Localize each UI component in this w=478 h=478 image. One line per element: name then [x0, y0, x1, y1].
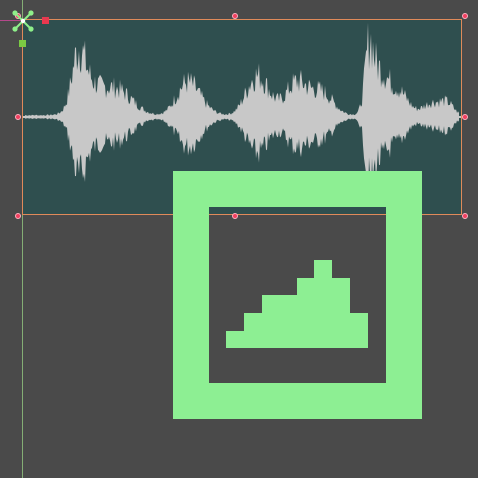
move-pivot-icon[interactable]: [10, 8, 36, 34]
handle-middle-right[interactable]: [462, 114, 468, 120]
handle-bottom-left[interactable]: [15, 213, 21, 219]
handle-top-center[interactable]: [232, 13, 238, 19]
anchor-y-handle[interactable]: [19, 40, 26, 47]
anchor-x-handle[interactable]: [42, 17, 49, 24]
handle-bottom-right[interactable]: [462, 213, 468, 219]
handle-top-right[interactable]: [462, 13, 468, 19]
handle-middle-left[interactable]: [15, 114, 21, 120]
audio-waveform-file-icon: [173, 171, 422, 419]
